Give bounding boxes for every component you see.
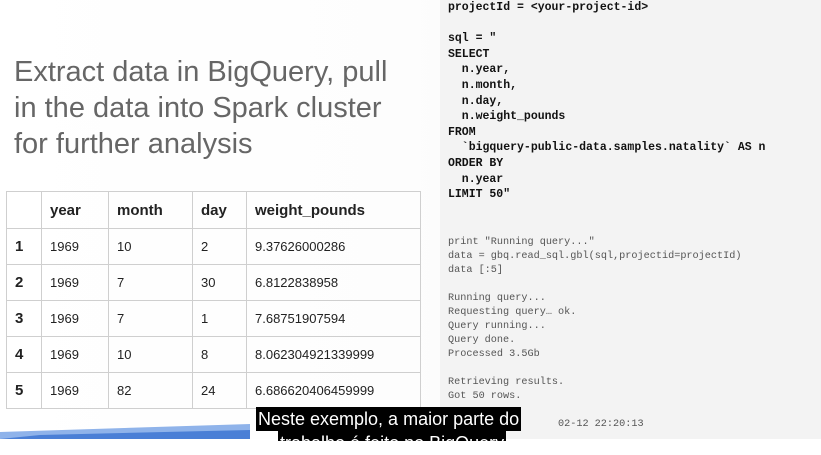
cell-weight: 6.8122838958 xyxy=(246,264,421,301)
table-header-index xyxy=(6,191,42,229)
cell-year: 1969 xyxy=(41,300,109,337)
retrieve-output-log: Retrieving results. Got 50 rows. xyxy=(448,377,565,402)
slide-heading: Extract data in BigQuery, pull in the da… xyxy=(14,54,434,162)
row-index: 2 xyxy=(6,264,42,301)
table-header-month: month xyxy=(108,191,193,229)
table-header-row: year month day weight_pounds xyxy=(6,191,421,229)
cell-month: 10 xyxy=(108,336,193,373)
run-code: print "Running query..." data = gbq.read… xyxy=(448,237,742,276)
query-code: projectId = <your-project-id> sql = " SE… xyxy=(448,1,766,202)
heading-line-3: for further analysis xyxy=(14,128,253,160)
cell-weight: 8.062304921339999 xyxy=(246,336,421,373)
cell-year: 1969 xyxy=(41,336,109,373)
table-row: 1 1969 10 2 9.37626000286 xyxy=(6,228,421,265)
cell-year: 1969 xyxy=(41,372,109,409)
heading-line-1: Extract data in BigQuery, pull xyxy=(14,56,388,88)
heading-line-2: in the data into Spark cluster xyxy=(14,92,382,124)
cell-year: 1969 xyxy=(41,228,109,265)
cell-weight: 9.37626000286 xyxy=(246,228,421,265)
table-header-year: year xyxy=(41,191,109,229)
cell-month: 7 xyxy=(108,264,193,301)
cell-month: 82 xyxy=(108,372,193,409)
video-caption: Neste exemplo, a maior parte do trabalho… xyxy=(256,407,566,455)
row-index: 1 xyxy=(6,228,42,265)
cell-month: 7 xyxy=(108,300,193,337)
cell-day: 30 xyxy=(192,264,247,301)
cell-year: 1969 xyxy=(41,264,109,301)
query-output-log: Running query... Requesting query… ok. Q… xyxy=(448,293,577,360)
cell-day: 8 xyxy=(192,336,247,373)
caption-line-2: trabalho é feito no BigQuery xyxy=(278,431,507,441)
cell-day: 2 xyxy=(192,228,247,265)
cell-weight: 7.68751907594 xyxy=(246,300,421,337)
cell-day: 1 xyxy=(192,300,247,337)
results-table: year month day weight_pounds 1 1969 10 2… xyxy=(6,191,421,409)
row-index: 3 xyxy=(6,300,42,337)
table-row: 4 1969 10 8 8.062304921339999 xyxy=(6,336,421,373)
table-row: 2 1969 7 30 6.8122838958 xyxy=(6,264,421,301)
table-row: 5 1969 82 24 6.686620406459999 xyxy=(6,372,421,409)
table-header-weight: weight_pounds xyxy=(246,191,421,229)
caption-line-1: Neste exemplo, a maior parte do xyxy=(256,407,522,431)
cell-day: 24 xyxy=(192,372,247,409)
row-index: 5 xyxy=(6,372,42,409)
cell-month: 10 xyxy=(108,228,193,265)
table-row: 3 1969 7 1 7.68751907594 xyxy=(6,300,421,337)
row-index: 4 xyxy=(6,336,42,373)
cell-weight: 6.686620406459999 xyxy=(246,372,421,409)
table-header-day: day xyxy=(192,191,247,229)
